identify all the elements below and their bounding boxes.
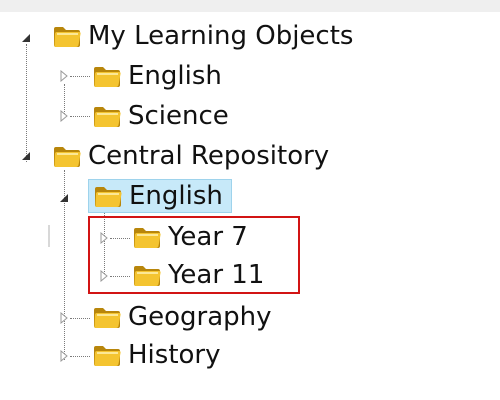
tree-item-label: My Learning Objects xyxy=(88,21,354,51)
tree-item-history[interactable]: History xyxy=(92,338,221,372)
collapsed-triangle-icon[interactable] xyxy=(98,232,110,244)
tree-item-year-7[interactable]: Year 7 xyxy=(132,220,248,254)
tree-item-geography[interactable]: Geography xyxy=(92,300,272,334)
tree-item-central-repository[interactable]: Central Repository xyxy=(52,139,329,173)
tree-line xyxy=(70,116,90,117)
tree-line xyxy=(26,44,27,162)
expanded-triangle-icon[interactable] xyxy=(20,150,32,162)
tree-item-english[interactable]: English xyxy=(92,59,222,93)
tree-item-label: Science xyxy=(128,101,229,131)
collapsed-triangle-icon[interactable] xyxy=(58,70,70,82)
tree-line xyxy=(70,318,90,319)
folder-icon xyxy=(94,346,121,366)
tree-item-label: English xyxy=(129,181,223,211)
folder-icon xyxy=(134,228,161,248)
tree-item-science[interactable]: Science xyxy=(92,99,229,133)
folder-icon xyxy=(94,67,121,87)
folder-icon xyxy=(134,266,161,286)
folder-icon xyxy=(54,147,81,167)
tree-item-my-learning-objects[interactable]: My Learning Objects xyxy=(52,19,353,53)
divider xyxy=(48,225,50,247)
collapsed-triangle-icon[interactable] xyxy=(58,350,70,362)
tree-item-label: History xyxy=(128,340,221,370)
collapsed-triangle-icon[interactable] xyxy=(58,312,70,324)
folder-icon xyxy=(95,187,122,207)
collapsed-triangle-icon[interactable] xyxy=(58,110,70,122)
folder-icon xyxy=(94,107,121,127)
tree-item-label: Year 11 xyxy=(168,260,265,290)
tree-item-label: Geography xyxy=(128,302,272,332)
tree-item-year-11[interactable]: Year 11 xyxy=(132,258,264,292)
collapsed-triangle-icon[interactable] xyxy=(98,270,110,282)
expanded-triangle-icon[interactable] xyxy=(20,32,32,44)
expanded-triangle-icon[interactable] xyxy=(58,192,70,204)
tree-line xyxy=(70,356,90,357)
tree-item-label: Central Repository xyxy=(88,141,330,171)
folder-icon xyxy=(94,308,121,328)
folder-tree: My Learning Objects English Science Cent… xyxy=(0,0,500,400)
tree-line xyxy=(70,76,90,77)
folder-icon xyxy=(54,27,81,47)
tree-item-label: English xyxy=(128,61,222,91)
tree-item-label: Year 7 xyxy=(168,222,248,252)
tree-item-english-selected[interactable]: English xyxy=(88,179,232,213)
